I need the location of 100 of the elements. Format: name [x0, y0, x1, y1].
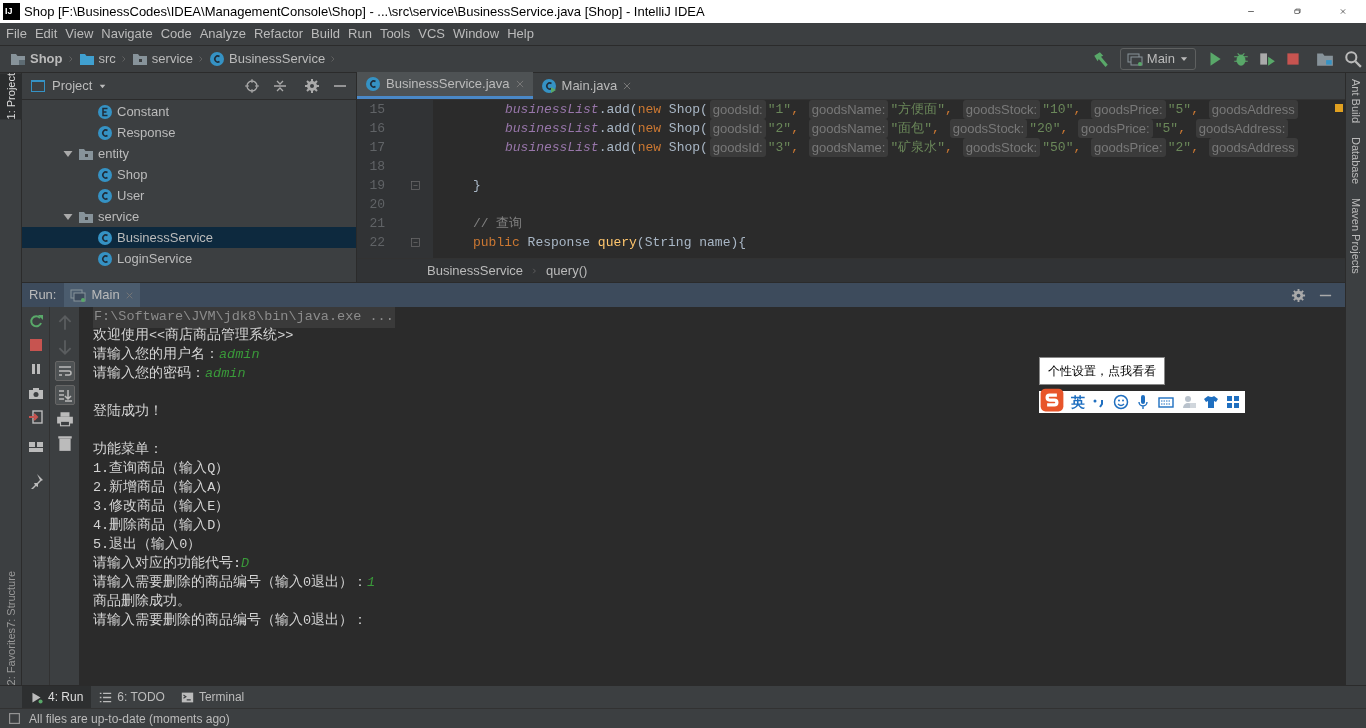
menu-item[interactable]: Refactor: [249, 24, 308, 44]
tool-window-tab[interactable]: Database: [1347, 137, 1365, 185]
code-line: public Response query(String name){: [473, 233, 747, 252]
tree-item[interactable]: BusinessService: [22, 227, 356, 248]
menu-item[interactable]: Edit: [30, 24, 62, 44]
menu-item[interactable]: View: [61, 24, 98, 44]
terminal-icon: [180, 690, 194, 704]
coverage-icon[interactable]: [1258, 50, 1276, 68]
class-icon: [97, 166, 113, 183]
printer-icon[interactable]: [54, 409, 75, 429]
menu-item[interactable]: VCS: [414, 24, 449, 44]
grid-icon[interactable]: [1225, 394, 1241, 410]
code-line: // 查询: [473, 214, 523, 233]
editor-tab[interactable]: Main.java: [532, 72, 641, 99]
breadcrumb-item[interactable]: query(): [546, 260, 588, 281]
tool-window-tab[interactable]: 4: Run: [22, 685, 92, 709]
soft-wrap-icon[interactable]: [54, 361, 75, 381]
panel-toggle-icon[interactable]: [8, 712, 21, 725]
application-icon: [70, 287, 87, 303]
console-line: 登陆成功！: [93, 402, 163, 422]
stop-icon[interactable]: [1284, 50, 1302, 68]
console-line: 请输入您的用户名：admin: [93, 345, 260, 365]
status-message: All files are up-to-date (moments ago): [29, 710, 230, 728]
project-structure-icon[interactable]: [1316, 50, 1334, 68]
breadcrumb-item[interactable]: Shop: [8, 49, 65, 69]
tool-window-tab[interactable]: 7: Structure: [0, 570, 22, 628]
class-icon: [365, 76, 381, 92]
enum-icon: [97, 103, 113, 120]
list-icon: [99, 690, 113, 704]
scroll-to-end-icon[interactable]: [54, 385, 75, 405]
console-line: 商品删除成功。: [93, 592, 191, 612]
folder-icon: [78, 51, 95, 67]
smiley-icon[interactable]: [1113, 394, 1129, 410]
shirt-icon[interactable]: [1203, 394, 1219, 410]
menu-item[interactable]: Tools: [375, 24, 415, 44]
app-logo: IJ: [3, 3, 20, 20]
class-icon: [97, 229, 113, 246]
tool-window-tab[interactable]: 2: Favorites: [0, 627, 22, 685]
microphone-icon[interactable]: [1135, 394, 1151, 410]
tool-window-tab[interactable]: Terminal: [172, 685, 253, 709]
stop-icon[interactable]: [27, 337, 44, 353]
code-line: businessList.add(new Shop( goodsId: "2", goodsName: "面包", goodsStock: "20", goodsPrice: "5", goodsAddress:: [505, 118, 1291, 139]
menu-item[interactable]: Help: [503, 24, 538, 44]
editor-tab[interactable]: BusinessService.java: [357, 72, 533, 99]
tool-window-tab[interactable]: 1: Project: [0, 73, 22, 120]
tool-window-tab[interactable]: 6: TODO: [91, 685, 173, 709]
class-icon: [97, 187, 113, 204]
breadcrumb-item[interactable]: BusinessService: [207, 49, 328, 69]
tree-item[interactable]: User: [22, 185, 356, 206]
menu-item[interactable]: Window: [448, 24, 504, 44]
project-folder-icon: [10, 51, 26, 67]
tool-window-tab[interactable]: Maven Projects: [1347, 198, 1365, 274]
close-icon[interactable]: [622, 80, 633, 91]
bug-icon[interactable]: [1232, 50, 1250, 68]
breadcrumb-item[interactable]: src: [76, 49, 118, 69]
class-icon: [209, 51, 226, 67]
console-line: 功能菜单：: [93, 440, 163, 460]
breadcrumb-item[interactable]: BusinessService: [427, 260, 524, 281]
window-title: Shop [F:\BusinessCodes\IDEA\ManagementConsole\Shop] - ...\src\service\BusinessService.java [Shop] - IntelliJ IDEA: [24, 2, 705, 21]
code-line: businessList.add(new Shop( goodsId: "1", goodsName: "方便面", goodsStock: "10", goodsPrice: "5", goodsAddress: [505, 100, 1300, 120]
run-configuration-dropdown[interactable]: Main: [1119, 48, 1196, 70]
breadcrumb-item[interactable]: service: [129, 49, 196, 69]
camera-icon[interactable]: [27, 385, 44, 401]
search-icon[interactable]: [1344, 50, 1362, 68]
menu-item[interactable]: Code: [156, 24, 196, 44]
console-line: 3.修改商品（输入E）: [93, 497, 230, 517]
warning-marker[interactable]: [1335, 104, 1343, 112]
panel-label: Run:: [29, 286, 57, 305]
menu-item[interactable]: Build: [307, 24, 344, 44]
tree-item[interactable]: Response: [22, 122, 356, 143]
layout-icon[interactable]: [27, 439, 44, 455]
target-icon[interactable]: [244, 78, 260, 94]
run-tab[interactable]: Main: [64, 283, 140, 307]
rerun-icon[interactable]: [27, 313, 44, 329]
tree-item[interactable]: LoginService: [22, 248, 356, 269]
tree-item[interactable]: Shop: [22, 164, 356, 185]
view-selector[interactable]: Project: [52, 76, 108, 96]
tree-item[interactable]: Constant: [22, 101, 356, 122]
gear-icon[interactable]: [1291, 287, 1306, 303]
menu-item[interactable]: Run: [344, 24, 376, 44]
runnable-class-icon: [540, 77, 557, 94]
keyboard-icon[interactable]: [1157, 394, 1175, 410]
class-icon: [97, 250, 113, 267]
console-line: 请输入对应的功能代号:D: [93, 554, 250, 574]
code-line: }: [473, 176, 481, 195]
console-line: 请输入您的密码：admin: [93, 364, 246, 384]
exit-icon[interactable]: [27, 409, 44, 425]
input-mode-toggle[interactable]: 英: [1071, 391, 1085, 413]
gear-icon[interactable]: [304, 78, 320, 94]
console-line: 4.删除商品（输入D）: [93, 516, 230, 536]
tooltip: 个性设置，点我看看: [1039, 357, 1165, 385]
menu-item[interactable]: Navigate: [97, 24, 157, 44]
console-line: 1.查询商品（输入Q）: [93, 459, 230, 479]
tree-item[interactable]: entity: [22, 143, 356, 164]
panel-icon: [30, 78, 46, 94]
collapse-all-icon[interactable]: [272, 78, 288, 94]
menu-item[interactable]: Analyze: [195, 24, 250, 44]
tree-item[interactable]: service: [22, 206, 356, 227]
menu-item[interactable]: File: [2, 24, 31, 44]
tool-window-tab[interactable]: Ant Build: [1347, 79, 1365, 124]
